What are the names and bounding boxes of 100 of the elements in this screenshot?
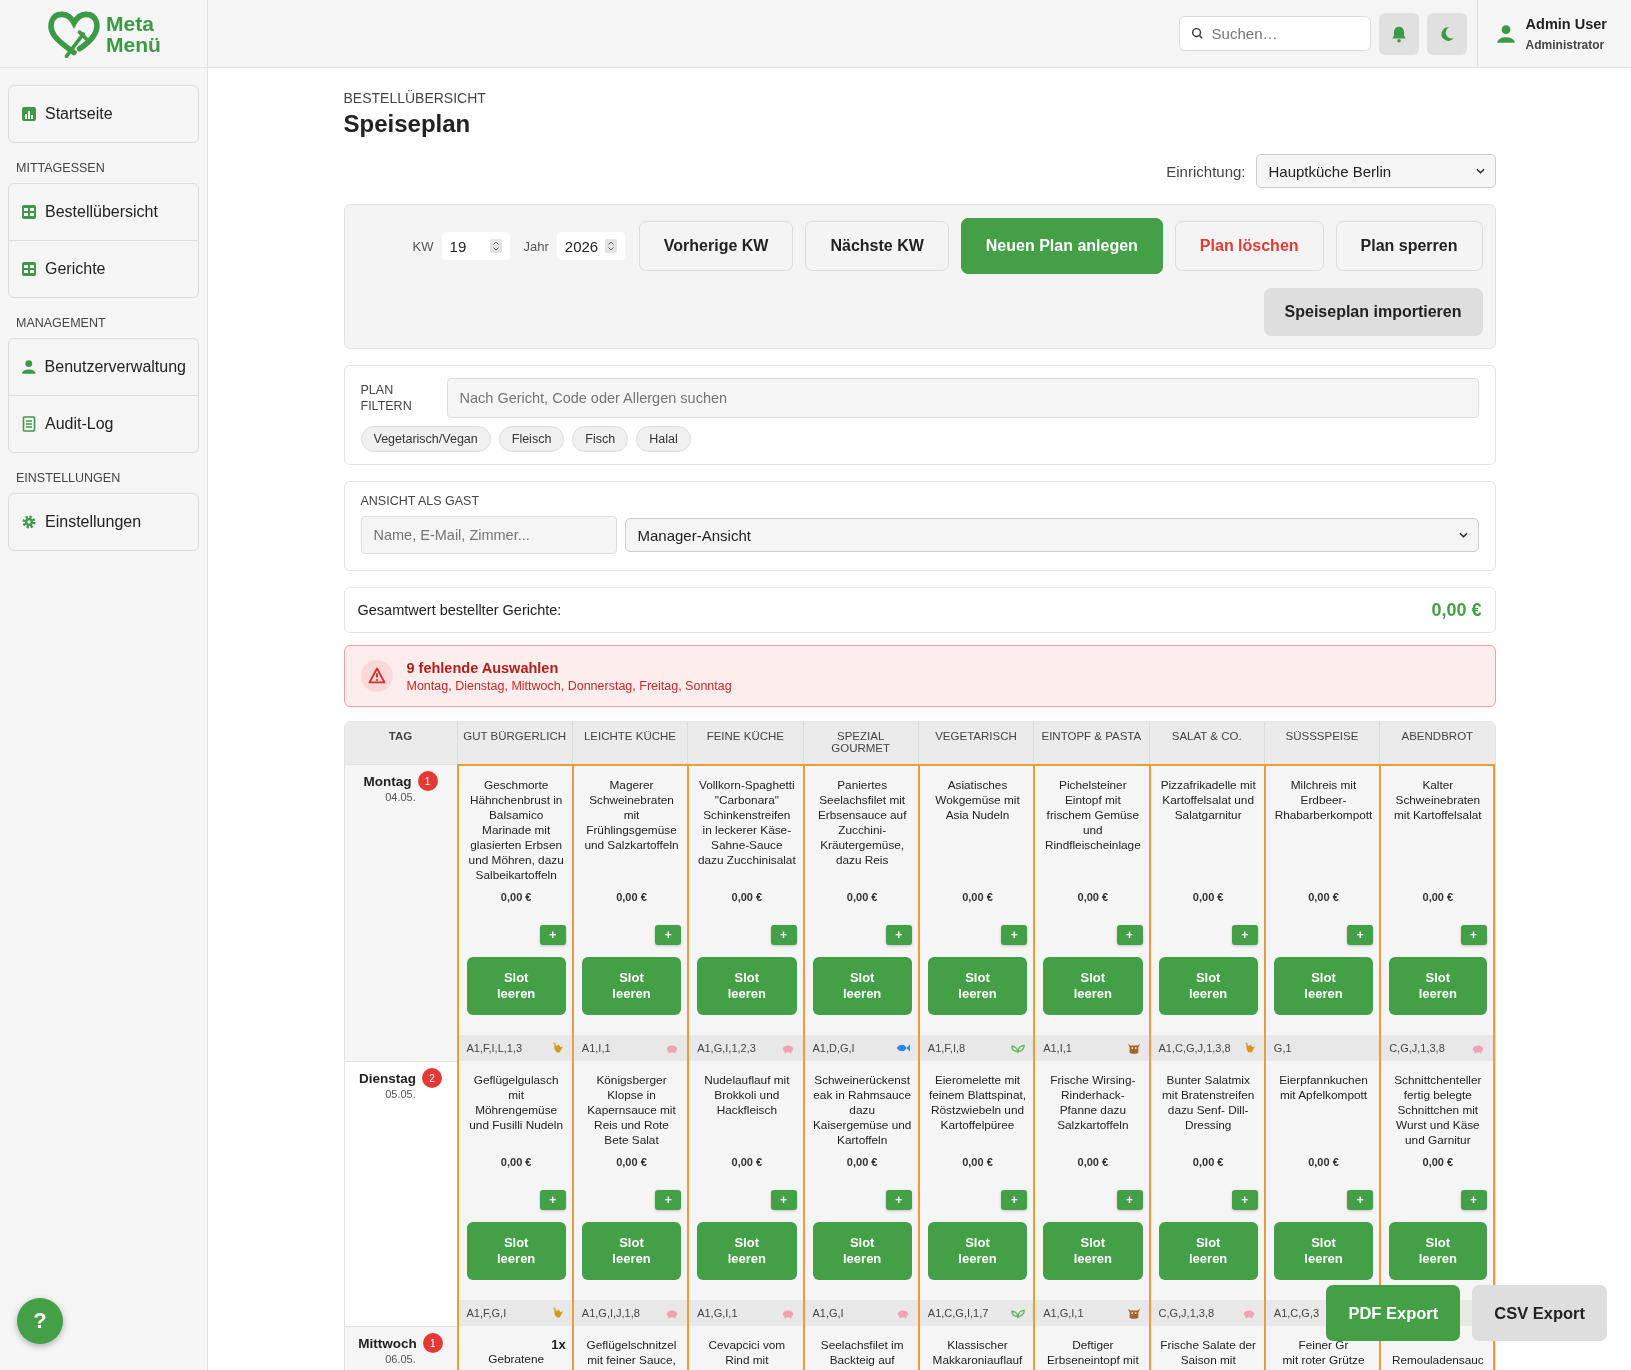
- export-button[interactable]: CSV Export: [1472, 1285, 1607, 1341]
- add-button[interactable]: +: [1347, 925, 1374, 945]
- import-button[interactable]: Speiseplan importieren: [1263, 288, 1483, 336]
- clear-slot-button[interactable]: Slot leeren: [1043, 1222, 1143, 1280]
- dish-name: Schweinerückensteak in Rahmsauce dazu Kaisergemüse und Kartoffeln: [812, 1073, 912, 1148]
- day-date: 05.05.: [384, 1088, 417, 1100]
- add-button[interactable]: +: [539, 925, 566, 945]
- clear-slot-button[interactable]: Slot leeren: [812, 957, 912, 1015]
- dish-name: Eieromelette mit feinem Blattspinat, Röstzwiebeln und Kartoffelpüree: [927, 1073, 1027, 1134]
- add-button[interactable]: +: [1231, 925, 1258, 945]
- column-header: SALAT & CO.: [1148, 722, 1264, 764]
- alert-days: Montag, Dienstag, Mittwoch, Donnerstag, Freitag, Sonntag: [406, 678, 732, 693]
- dish-name: Asiatisches Wokgemüse mit Asia Nudeln: [934, 778, 1021, 824]
- clear-slot-button[interactable]: Slot leeren: [1389, 957, 1487, 1015]
- column-header: ABENDBROT: [1379, 722, 1495, 764]
- filter-chip[interactable]: Vegetarisch/Vegan: [360, 426, 491, 452]
- clear-slot-button[interactable]: Slot leeren: [927, 1222, 1028, 1280]
- dish-name: Frische Wirsing-Rinderhack-Pfanne dazu Salzkartoffeln: [1049, 1073, 1137, 1134]
- sidebar-item[interactable]: Einstellungen: [9, 494, 198, 550]
- toolbar-button[interactable]: Neuen Plan anlegen: [960, 218, 1163, 274]
- column-header: GUT BÜRGERLICH: [456, 722, 572, 764]
- add-button[interactable]: +: [1001, 925, 1028, 945]
- clear-slot-button[interactable]: Slot leeren: [1158, 957, 1258, 1015]
- add-button[interactable]: +: [1231, 1190, 1258, 1210]
- dish-price: 0,00 €: [499, 1156, 533, 1168]
- clear-slot-button[interactable]: Slot leeren: [1389, 1222, 1487, 1280]
- add-button[interactable]: +: [655, 925, 682, 945]
- missing-count-badge: 1: [417, 771, 438, 791]
- toolbar-button[interactable]: Nächste KW: [805, 221, 949, 271]
- day-date: 04.05.: [384, 791, 417, 803]
- day-name: Mittwoch: [358, 1335, 417, 1351]
- year-input[interactable]: 2026: [556, 232, 625, 260]
- add-button[interactable]: +: [1347, 1190, 1374, 1210]
- toolbar-button[interactable]: Vorherige KW: [638, 221, 794, 271]
- allergen-codes: A1,C,G,I,1,7: [927, 1307, 989, 1319]
- guest-search-field[interactable]: Name, E-Mail, Zimmer...: [360, 516, 617, 554]
- clear-slot-button[interactable]: Slot leeren: [812, 1222, 912, 1280]
- nav-section-title: MITTAGESSEN: [16, 161, 106, 175]
- search-field[interactable]: Suchen…: [1178, 16, 1371, 51]
- allergen-codes: A1,F,I,L,1,3: [466, 1042, 523, 1054]
- clear-slot-button[interactable]: Slot leeren: [1273, 957, 1374, 1015]
- clear-slot-button[interactable]: Slot leeren: [1273, 1222, 1374, 1280]
- allergen-codes: A1,G,I: [812, 1307, 844, 1319]
- allergen-codes: A1,D,G,I: [812, 1042, 855, 1054]
- clear-slot-button[interactable]: Slot leeren: [1158, 1222, 1258, 1280]
- week-input[interactable]: 19: [441, 232, 510, 260]
- dish-name: Schnittchenteller fertig belegte Schnittchen mit Wurst und Käse und Garnitur: [1393, 1073, 1483, 1148]
- dish-name: Gebratene: [487, 1352, 546, 1368]
- view-select[interactable]: Manager-Ansicht: [624, 518, 1479, 552]
- filter-chip[interactable]: Halal: [636, 426, 691, 452]
- allergen-codes: A1,C,G,J,1,3,8: [1158, 1042, 1231, 1054]
- sidebar-item[interactable]: Audit-Log: [9, 395, 198, 452]
- clear-slot-button[interactable]: Slot leeren: [581, 1222, 682, 1280]
- add-button[interactable]: +: [539, 1190, 566, 1210]
- dish-price: 0,00 €: [1191, 891, 1225, 903]
- allergen-codes: A1,I,1: [581, 1042, 611, 1054]
- facility-label: Einrichtung:: [1166, 162, 1246, 180]
- dish-name: Eierpfannkuchen mit Apfelkompott: [1278, 1073, 1369, 1104]
- add-button[interactable]: +: [1460, 1190, 1487, 1210]
- filter-search-field[interactable]: Nach Gericht, Code oder Allergen suchen: [446, 378, 1479, 418]
- filter-chip[interactable]: Fisch: [572, 426, 629, 452]
- clear-slot-button[interactable]: Slot leeren: [466, 957, 566, 1015]
- add-button[interactable]: +: [1460, 925, 1487, 945]
- clear-slot-button[interactable]: Slot leeren: [697, 1222, 797, 1280]
- page-title: Speiseplan: [343, 110, 472, 138]
- add-button[interactable]: +: [770, 925, 797, 945]
- clear-slot-button[interactable]: Slot leeren: [697, 957, 797, 1015]
- allergen-codes: A1,G,I,1: [1043, 1307, 1084, 1319]
- dish-name: Bunter Salatmix mit Bratenstreifen dazu Senf- Dill-Dressing: [1160, 1073, 1256, 1134]
- column-header: LEICHTE KÜCHE: [571, 722, 688, 764]
- sidebar-item[interactable]: Gerichte: [9, 240, 198, 297]
- add-button[interactable]: +: [770, 1190, 797, 1210]
- clear-slot-button[interactable]: Slot leeren: [1043, 957, 1143, 1015]
- sidebar-item[interactable]: Benutzerverwaltung: [9, 339, 198, 395]
- dish-name: Geschmorte Hähnchenbrust in Balsamico Marinade mit glasierten Erbsen und Möhren, dazu Salbeikartoffeln: [467, 778, 565, 883]
- add-button[interactable]: +: [885, 925, 912, 945]
- filter-chip[interactable]: Fleisch: [498, 426, 565, 452]
- add-button[interactable]: +: [1001, 1190, 1028, 1210]
- facility-select[interactable]: Hauptküche Berlin: [1255, 154, 1496, 188]
- toolbar-button[interactable]: Plan sperren: [1335, 221, 1483, 271]
- column-header: VEGETARISCH: [917, 722, 1034, 764]
- help-button[interactable]: ?: [17, 1298, 63, 1344]
- total-label: Gesamtwert bestellter Gerichte:: [357, 602, 562, 618]
- year-label: Jahr: [523, 238, 549, 254]
- clear-slot-button[interactable]: Slot leeren: [581, 957, 682, 1015]
- dish-price: 0,00 €: [961, 1156, 994, 1168]
- add-button[interactable]: +: [1116, 925, 1143, 945]
- dish-name: Cevapcici vom Rind mit: [707, 1338, 787, 1368]
- add-button[interactable]: +: [1116, 1190, 1143, 1210]
- filter-label: PLAN FILTERN: [360, 382, 413, 414]
- add-button[interactable]: +: [655, 1190, 682, 1210]
- allergen-codes: A1,F,G,I: [466, 1307, 507, 1319]
- clear-slot-button[interactable]: Slot leeren: [466, 1222, 566, 1280]
- toolbar-button[interactable]: Plan löschen: [1174, 221, 1324, 271]
- dish-name: Kalter Schweinebraten mit Kartoffelsalat: [1393, 778, 1483, 824]
- add-button[interactable]: +: [885, 1190, 912, 1210]
- dish-name: Königsberger Klopse in Kapernsauce mit Reis und Rote Bete Salat: [586, 1073, 677, 1148]
- sidebar-item[interactable]: Bestellübersicht: [9, 184, 198, 240]
- clear-slot-button[interactable]: Slot leeren: [927, 957, 1028, 1015]
- sidebar-item[interactable]: Startseite: [9, 86, 198, 142]
